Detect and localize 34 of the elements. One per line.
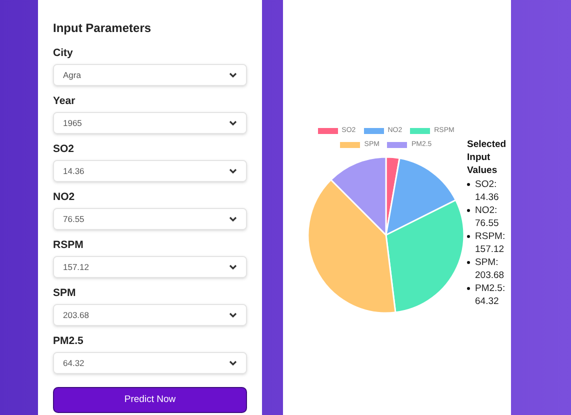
select-field[interactable]: 203.68	[53, 304, 247, 326]
bullet-icon	[467, 209, 470, 212]
chevron-down-icon	[229, 168, 237, 174]
form-title: Input Parameters	[53, 21, 152, 36]
bullet-icon	[467, 287, 470, 290]
select-field[interactable]: 76.55	[53, 208, 247, 230]
bullet-icon	[467, 261, 470, 264]
select-field[interactable]: 14.36	[53, 160, 247, 182]
selected-value: RSPM: 157.12	[475, 230, 506, 256]
field-label: RSPM	[53, 239, 84, 251]
selected-values-title: Selected Input Values	[467, 138, 508, 177]
field-label: PM2.5	[53, 335, 84, 347]
selected-value: PM2.5: 64.32	[475, 282, 506, 308]
bullet-icon	[467, 235, 470, 238]
predict-button[interactable]: Predict Now	[53, 387, 247, 413]
field-label: SPM	[53, 287, 77, 299]
field-label: SO2	[53, 143, 76, 155]
field-label: NO2	[53, 191, 76, 203]
select-field[interactable]: 1965	[53, 112, 247, 134]
chevron-down-icon	[229, 216, 237, 222]
field-label: City	[53, 47, 74, 59]
bullet-icon	[467, 183, 470, 186]
field-label: Year	[53, 95, 76, 107]
select-field[interactable]: 64.32	[53, 352, 247, 374]
selected-value: SO2: 14.36	[475, 178, 500, 204]
chevron-down-icon	[229, 72, 237, 78]
select-field[interactable]: Agra	[53, 64, 247, 86]
chevron-down-icon	[229, 360, 237, 366]
selected-value: SPM: 203.68	[475, 256, 506, 282]
select-field[interactable]: 157.12	[53, 256, 247, 278]
selected-value: NO2: 76.55	[475, 204, 500, 230]
chevron-down-icon	[229, 120, 237, 126]
chevron-down-icon	[229, 264, 237, 270]
chevron-down-icon	[229, 312, 237, 318]
